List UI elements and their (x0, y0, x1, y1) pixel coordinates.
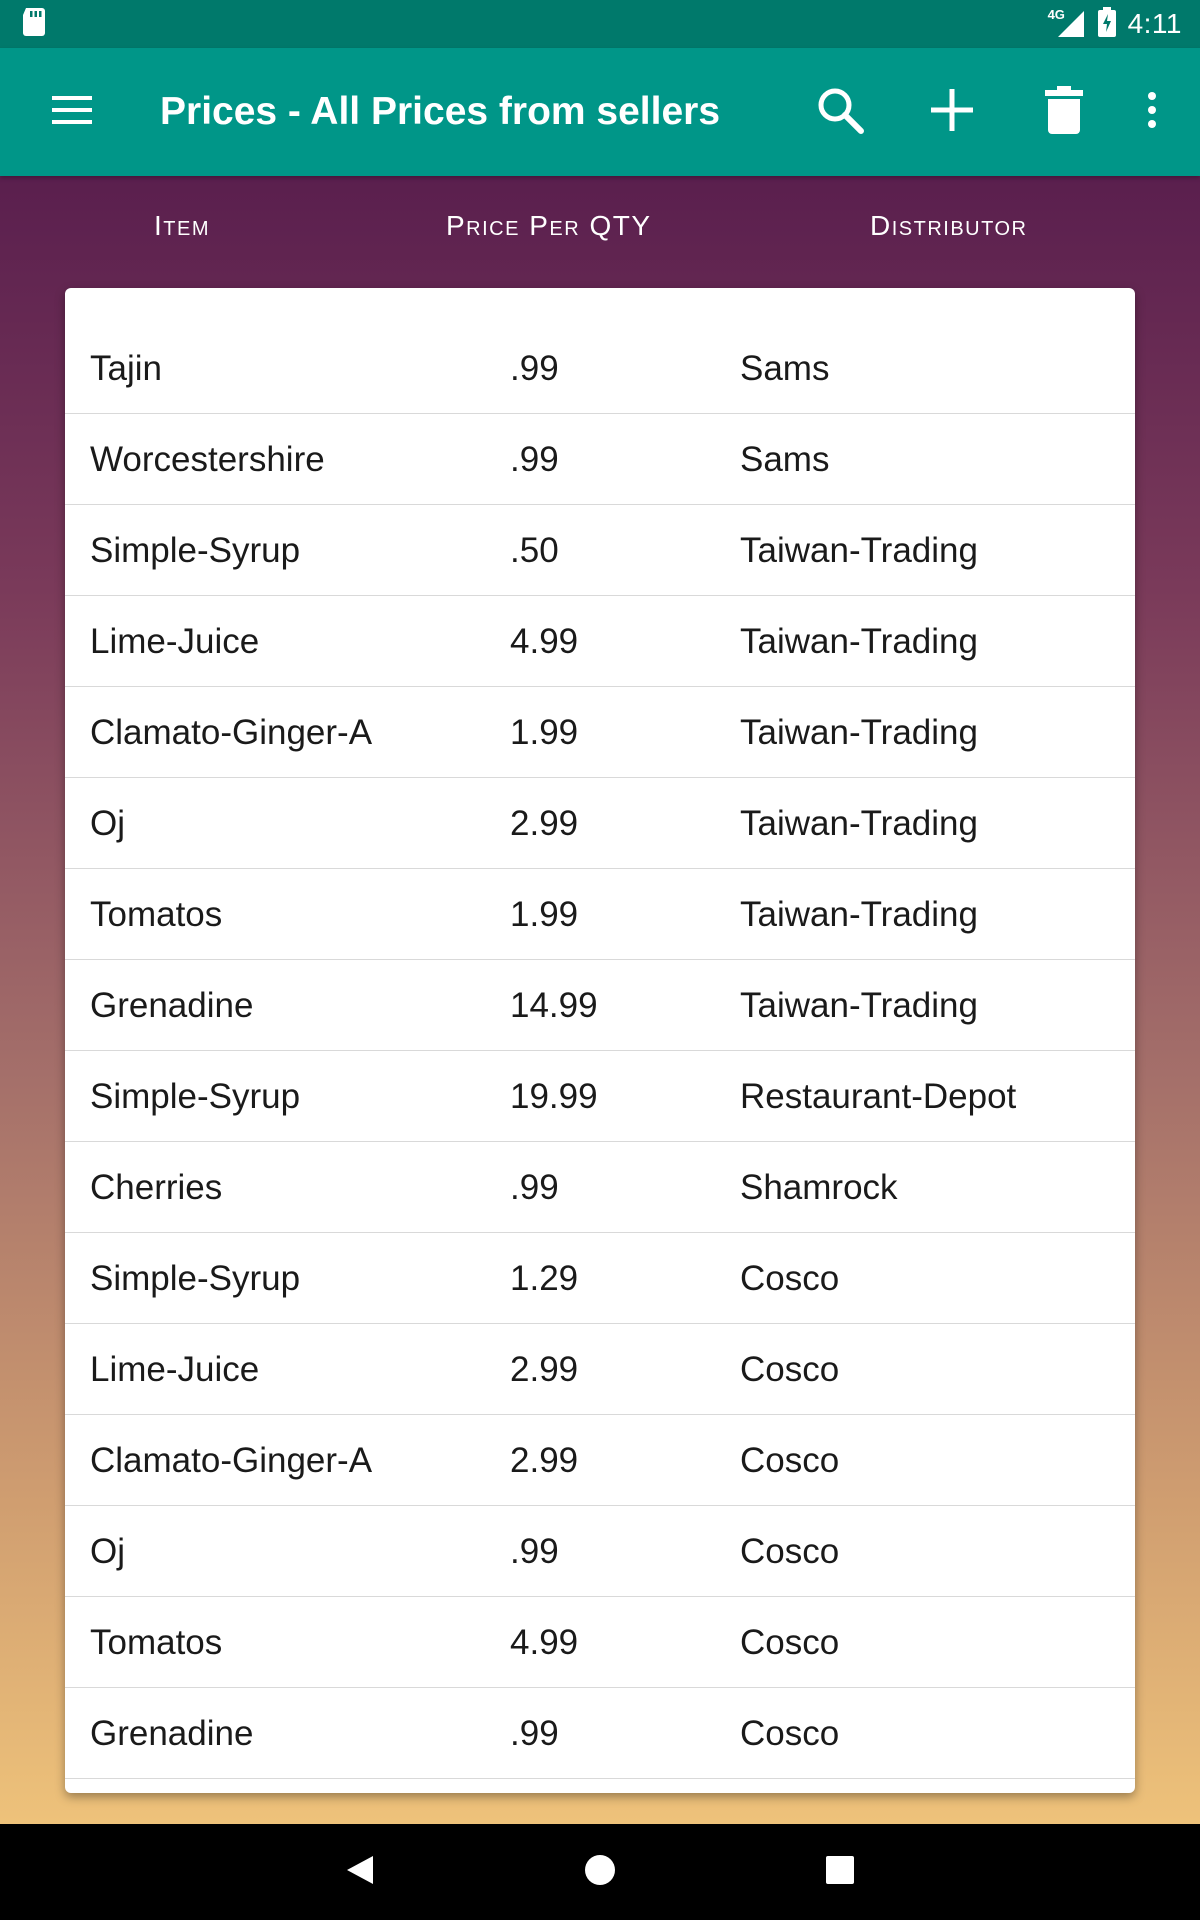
row-distributor: Taiwan-Trading (740, 622, 978, 661)
table-row[interactable]: Grenadine .99 Cosco (65, 1688, 1135, 1779)
row-distributor: Taiwan-Trading (740, 804, 978, 843)
home-button[interactable] (532, 1824, 668, 1920)
app-bar: Prices - All Prices from sellers (0, 48, 1200, 176)
row-price: 2.99 (510, 1350, 579, 1389)
more-vert-icon (1147, 91, 1157, 133)
table-row[interactable]: Simple-Syrup 1.29 Cosco (65, 1233, 1135, 1324)
row-price: 14.99 (510, 986, 598, 1025)
battery-charging-icon (1097, 6, 1116, 42)
table-row[interactable]: Lime-Juice 2.99 Cosco (65, 1324, 1135, 1415)
table-row[interactable]: Simple-Syrup .50 Taiwan-Trading (65, 505, 1135, 596)
prices-list: Tajin .99 Sams Worcestershire .99 Sams Simple-… (65, 323, 1135, 1779)
add-button[interactable] (896, 48, 1008, 176)
more-options-button[interactable] (1120, 48, 1184, 176)
row-price: 4.99 (510, 1623, 579, 1662)
prices-list-card[interactable]: Tajin .99 Sams Worcestershire .99 Sams Simple-… (65, 288, 1135, 1793)
row-distributor: Taiwan-Trading (740, 713, 978, 752)
row-item-name: Oj (90, 1532, 125, 1571)
row-item-name: Simple-Syrup (90, 531, 301, 570)
row-price: .99 (510, 1714, 559, 1753)
row-price: 1.99 (510, 895, 579, 934)
table-row[interactable]: Lime-Juice 4.99 Taiwan-Trading (65, 596, 1135, 687)
row-distributor: Restaurant-Depot (740, 1077, 1017, 1116)
home-icon (584, 1854, 616, 1891)
status-bar: 4G 4:11 (0, 0, 1200, 48)
table-row[interactable]: Simple-Syrup 19.99 Restaurant-Depot (65, 1051, 1135, 1142)
clock-time: 4:11 (1127, 8, 1182, 39)
menu-button[interactable] (0, 48, 144, 176)
row-item-name: Tajin (90, 349, 162, 388)
recents-icon (825, 1855, 855, 1890)
search-icon (816, 86, 864, 139)
row-price: .99 (510, 440, 559, 479)
row-item-name: Lime-Juice (90, 622, 260, 661)
row-price: .99 (510, 1532, 559, 1571)
row-item-name: Grenadine (90, 986, 254, 1025)
row-price: 2.99 (510, 804, 579, 843)
table-row[interactable]: Clamato-Ginger-A 1.99 Taiwan-Trading (65, 687, 1135, 778)
row-distributor: Sams (740, 349, 830, 388)
search-button[interactable] (784, 48, 896, 176)
row-price: 19.99 (510, 1077, 598, 1116)
row-price: .99 (510, 1168, 559, 1207)
row-distributor: Cosco (740, 1714, 840, 1753)
row-distributor: Sams (740, 440, 830, 479)
status-indicators: 4G 4:11 (1048, 6, 1182, 42)
table-row[interactable]: Tomatos 1.99 Taiwan-Trading (65, 869, 1135, 960)
row-price: 1.29 (510, 1259, 579, 1298)
back-button[interactable] (292, 1824, 428, 1920)
row-distributor: Cosco (740, 1259, 840, 1298)
delete-icon (1045, 85, 1083, 139)
row-item-name: Tomatos (90, 1623, 223, 1662)
row-distributor: Taiwan-Trading (740, 531, 978, 570)
navigation-bar (0, 1824, 1200, 1920)
column-header-distributor: Distributor (870, 210, 1028, 241)
table-row[interactable]: Oj .99 Cosco (65, 1506, 1135, 1597)
row-item-name: Oj (90, 804, 125, 843)
row-distributor: Taiwan-Trading (740, 895, 978, 934)
menu-icon (52, 95, 92, 129)
row-distributor: Cosco (740, 1623, 840, 1662)
row-distributor: Cosco (740, 1441, 840, 1480)
row-distributor: Shamrock (740, 1168, 898, 1207)
row-price: 4.99 (510, 622, 579, 661)
row-distributor: Cosco (740, 1350, 840, 1389)
row-item-name: Grenadine (90, 1714, 254, 1753)
row-item-name: Simple-Syrup (90, 1259, 301, 1298)
table-row[interactable]: Clamato-Ginger-A 2.99 Cosco (65, 1415, 1135, 1506)
main-content: Item Price Per QTY Distributor Tajin .99 S… (0, 176, 1200, 1824)
signal-icon: 4G (1048, 7, 1086, 39)
page-title: Prices - All Prices from sellers (160, 90, 721, 133)
row-distributor: Taiwan-Trading (740, 986, 978, 1025)
column-header-price: Price Per QTY (446, 210, 652, 241)
table-row[interactable]: Grenadine 14.99 Taiwan-Trading (65, 960, 1135, 1051)
table-row[interactable]: Oj 2.99 Taiwan-Trading (65, 778, 1135, 869)
add-icon (931, 88, 973, 136)
back-icon (345, 1854, 375, 1891)
row-item-name: Clamato-Ginger-A (90, 1441, 373, 1480)
table-row[interactable]: Tajin .99 Sams (65, 323, 1135, 414)
row-price: 2.99 (510, 1441, 579, 1480)
sd-card-icon (22, 7, 46, 41)
row-distributor: Cosco (740, 1532, 840, 1571)
row-item-name: Lime-Juice (90, 1350, 260, 1389)
table-row[interactable]: Tomatos 4.99 Cosco (65, 1597, 1135, 1688)
row-price: 1.99 (510, 713, 579, 752)
row-price: .50 (510, 531, 559, 570)
table-header: Item Price Per QTY Distributor (0, 176, 1200, 288)
recents-button[interactable] (772, 1824, 908, 1920)
row-item-name: Worcestershire (90, 440, 325, 479)
table-row[interactable]: Worcestershire .99 Sams (65, 414, 1135, 505)
row-item-name: Simple-Syrup (90, 1077, 301, 1116)
table-row[interactable]: Cherries .99 Shamrock (65, 1142, 1135, 1233)
row-item-name: Cherries (90, 1168, 223, 1207)
delete-button[interactable] (1008, 48, 1120, 176)
row-item-name: Clamato-Ginger-A (90, 713, 373, 752)
row-price: .99 (510, 349, 559, 388)
row-item-name: Tomatos (90, 895, 223, 934)
column-header-item: Item (154, 210, 210, 241)
